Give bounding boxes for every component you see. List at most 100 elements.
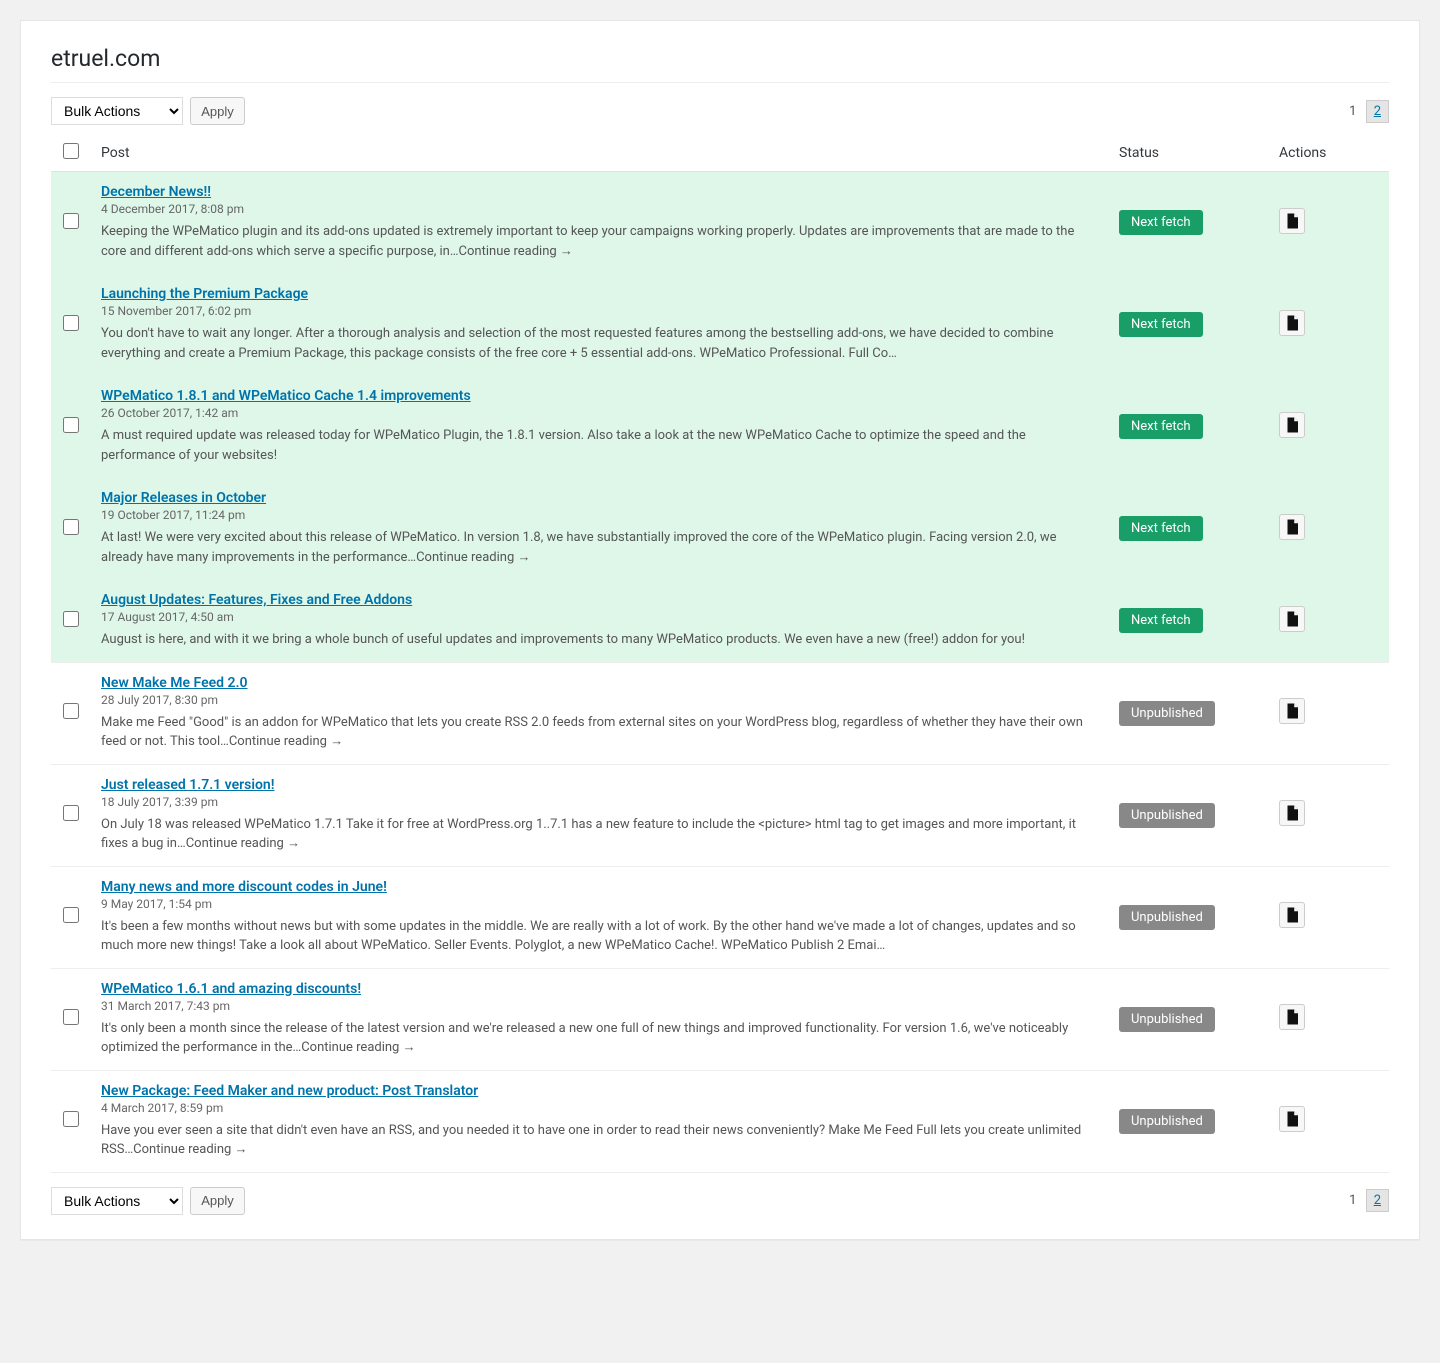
- post-excerpt: You don't have to wait any longer. After…: [101, 324, 1099, 363]
- post-cell: August Updates: Features, Fixes and Free…: [91, 580, 1109, 663]
- status-cell: Next fetch: [1109, 478, 1269, 580]
- status-cell: Next fetch: [1109, 274, 1269, 376]
- status-badge: Unpublished: [1119, 803, 1215, 828]
- post-cell: Many news and more discount codes in Jun…: [91, 866, 1109, 968]
- row-checkbox[interactable]: [63, 611, 79, 627]
- status-badge: Next fetch: [1119, 312, 1203, 337]
- post-date: 28 July 2017, 8:30 pm: [101, 693, 1099, 707]
- post-title-link[interactable]: Just released 1.7.1 version!: [101, 777, 274, 793]
- view-post-button[interactable]: [1279, 902, 1305, 928]
- post-cell: New Package: Feed Maker and new product:…: [91, 1070, 1109, 1172]
- post-title-link[interactable]: WPeMatico 1.6.1 and amazing discounts!: [101, 981, 361, 997]
- post-title-link[interactable]: December News!!: [101, 184, 211, 200]
- continue-reading-link[interactable]: Continue reading →: [416, 550, 530, 565]
- view-post-button[interactable]: [1279, 800, 1305, 826]
- post-title-link[interactable]: New Package: Feed Maker and new product:…: [101, 1083, 478, 1099]
- col-status: Status: [1109, 135, 1269, 172]
- view-post-button[interactable]: [1279, 1106, 1305, 1132]
- actions-cell: [1269, 274, 1389, 376]
- continue-reading-link[interactable]: Continue reading →: [229, 734, 343, 749]
- continue-reading-link[interactable]: Continue reading →: [459, 244, 573, 259]
- post-cell: Launching the Premium Package15 November…: [91, 274, 1109, 376]
- apply-button[interactable]: Apply: [190, 97, 245, 125]
- page-current: 1: [1349, 104, 1356, 119]
- post-title-link[interactable]: Launching the Premium Package: [101, 286, 308, 302]
- row-checkbox-cell: [51, 172, 91, 274]
- view-post-button[interactable]: [1279, 310, 1305, 336]
- actions-cell: [1269, 764, 1389, 866]
- file-icon: [1283, 702, 1301, 720]
- post-date: 4 December 2017, 8:08 pm: [101, 202, 1099, 216]
- main-panel: etruel.com Bulk Actions Apply 1 2 Post S…: [20, 20, 1420, 1240]
- file-icon: [1283, 1008, 1301, 1026]
- post-title-link[interactable]: Major Releases in October: [101, 490, 266, 506]
- row-checkbox[interactable]: [63, 805, 79, 821]
- page-current-bottom: 1: [1349, 1193, 1356, 1208]
- row-checkbox[interactable]: [63, 907, 79, 923]
- pagination-top: 1 2: [1349, 104, 1389, 119]
- row-checkbox[interactable]: [63, 213, 79, 229]
- row-checkbox[interactable]: [63, 315, 79, 331]
- post-title-link[interactable]: August Updates: Features, Fixes and Free…: [101, 592, 412, 608]
- table-row: New Package: Feed Maker and new product:…: [51, 1070, 1389, 1172]
- row-checkbox-cell: [51, 274, 91, 376]
- view-post-button[interactable]: [1279, 514, 1305, 540]
- actions-cell: [1269, 478, 1389, 580]
- file-icon: [1283, 1110, 1301, 1128]
- table-row: August Updates: Features, Fixes and Free…: [51, 580, 1389, 663]
- post-date: 4 March 2017, 8:59 pm: [101, 1101, 1099, 1115]
- post-excerpt: It's been a few months without news but …: [101, 917, 1099, 956]
- actions-cell: [1269, 1070, 1389, 1172]
- continue-reading-link[interactable]: Continue reading →: [133, 1142, 247, 1157]
- pagination-bottom: 1 2: [1349, 1193, 1389, 1208]
- file-icon: [1283, 416, 1301, 434]
- post-cell: Major Releases in October19 October 2017…: [91, 478, 1109, 580]
- row-checkbox-cell: [51, 662, 91, 764]
- status-cell: Unpublished: [1109, 1070, 1269, 1172]
- continue-reading-link[interactable]: Continue reading →: [301, 1040, 415, 1055]
- post-excerpt: August is here, and with it we bring a w…: [101, 630, 1099, 650]
- table-row: WPeMatico 1.6.1 and amazing discounts!31…: [51, 968, 1389, 1070]
- status-badge: Next fetch: [1119, 516, 1203, 541]
- col-post: Post: [91, 135, 1109, 172]
- apply-button-bottom[interactable]: Apply: [190, 1187, 245, 1215]
- post-excerpt: At last! We were very excited about this…: [101, 528, 1099, 567]
- table-row: New Make Me Feed 2.0 28 July 2017, 8:30 p…: [51, 662, 1389, 764]
- table-row: December News!!4 December 2017, 8:08 pmK…: [51, 172, 1389, 274]
- continue-reading-link[interactable]: Continue reading →: [186, 836, 300, 851]
- row-checkbox[interactable]: [63, 519, 79, 535]
- row-checkbox[interactable]: [63, 417, 79, 433]
- col-actions: Actions: [1269, 135, 1389, 172]
- row-checkbox-cell: [51, 478, 91, 580]
- view-post-button[interactable]: [1279, 606, 1305, 632]
- post-date: 26 October 2017, 1:42 am: [101, 406, 1099, 420]
- row-checkbox[interactable]: [63, 703, 79, 719]
- bulk-actions-bottom: Bulk Actions Apply: [51, 1187, 245, 1215]
- page-title: etruel.com: [51, 31, 1389, 83]
- view-post-button[interactable]: [1279, 412, 1305, 438]
- view-post-button[interactable]: [1279, 208, 1305, 234]
- view-post-button[interactable]: [1279, 1004, 1305, 1030]
- table-row: Major Releases in October19 October 2017…: [51, 478, 1389, 580]
- row-checkbox[interactable]: [63, 1111, 79, 1127]
- view-post-button[interactable]: [1279, 698, 1305, 724]
- status-badge: Unpublished: [1119, 1007, 1215, 1032]
- row-checkbox-cell: [51, 580, 91, 663]
- col-checkbox: [51, 135, 91, 172]
- post-excerpt: A must required update was released toda…: [101, 426, 1099, 465]
- post-title-link[interactable]: WPeMatico 1.8.1 and WPeMatico Cache 1.4 …: [101, 388, 471, 404]
- post-date: 9 May 2017, 1:54 pm: [101, 897, 1099, 911]
- select-all-checkbox[interactable]: [63, 143, 79, 159]
- post-title-link[interactable]: New Make Me Feed 2.0: [101, 675, 248, 691]
- page-next-link[interactable]: 2: [1366, 100, 1389, 123]
- row-checkbox-cell: [51, 376, 91, 478]
- actions-cell: [1269, 376, 1389, 478]
- status-cell: Unpublished: [1109, 764, 1269, 866]
- bulk-action-select[interactable]: Bulk Actions: [51, 97, 183, 125]
- post-title-link[interactable]: Many news and more discount codes in Jun…: [101, 879, 387, 895]
- post-cell: New Make Me Feed 2.0 28 July 2017, 8:30 p…: [91, 662, 1109, 764]
- file-icon: [1283, 906, 1301, 924]
- row-checkbox[interactable]: [63, 1009, 79, 1025]
- page-next-link-bottom[interactable]: 2: [1366, 1189, 1389, 1212]
- bulk-action-select-bottom[interactable]: Bulk Actions: [51, 1187, 183, 1215]
